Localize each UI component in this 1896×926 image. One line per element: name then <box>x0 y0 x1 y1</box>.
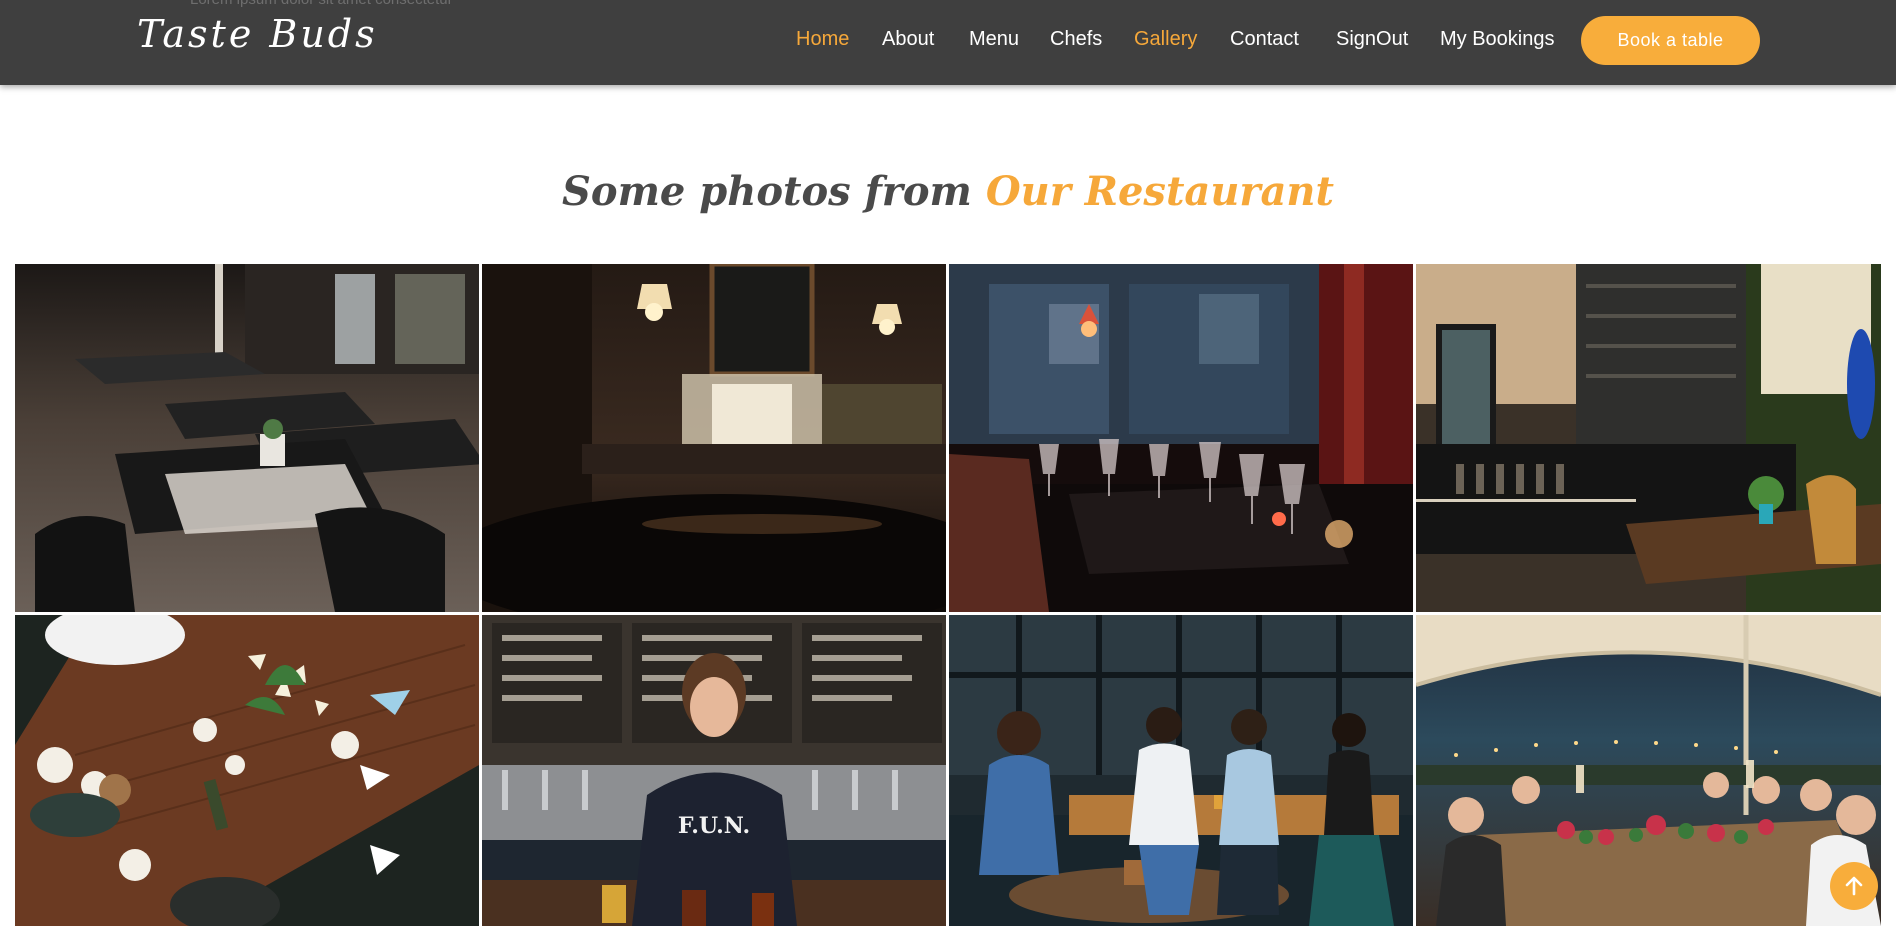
table-overhead-image <box>15 615 479 926</box>
wine-glasses-photo[interactable] <box>949 264 1413 612</box>
gallery-title-accent: Our Restaurant <box>985 168 1334 215</box>
bartender-photo[interactable]: F.U.N. <box>482 615 946 926</box>
photo-gallery: F.U.N. <box>15 264 1881 926</box>
friends-patio-image <box>949 615 1413 926</box>
nav-gallery[interactable]: Gallery <box>1134 28 1197 51</box>
site-header: Lorem ipsum dolor sit amet consectetur T… <box>0 0 1896 85</box>
pub-interior-image <box>482 264 946 612</box>
gallery-title: Some photos from Our Restaurant <box>0 168 1896 215</box>
wine-glasses-image <box>949 264 1413 612</box>
bartender-shirt-text: F.U.N. <box>678 813 750 839</box>
arrow-up-icon <box>1845 876 1863 896</box>
pub-interior-photo[interactable] <box>482 264 946 612</box>
bartender-image: F.U.N. <box>482 615 946 926</box>
back-to-top-button[interactable] <box>1830 862 1878 910</box>
scrolled-hero-text: Lorem ipsum dolor sit amet consectetur <box>190 0 453 8</box>
nav-menu[interactable]: Menu <box>969 28 1019 51</box>
cafe-bar-photo[interactable] <box>1416 264 1881 612</box>
nav-about[interactable]: About <box>882 28 934 51</box>
nav-signout[interactable]: SignOut <box>1336 28 1408 51</box>
friends-patio-photo[interactable] <box>949 615 1413 926</box>
nav-my-bookings[interactable]: My Bookings <box>1440 28 1555 51</box>
book-table-button[interactable]: Book a table <box>1581 16 1760 65</box>
site-logo[interactable]: Taste Buds <box>137 12 378 56</box>
nav-chefs[interactable]: Chefs <box>1050 28 1102 51</box>
nav-home[interactable]: Home <box>796 28 849 51</box>
cafe-bar-image <box>1416 264 1881 612</box>
gallery-title-prefix: Some photos from <box>562 168 986 215</box>
outdoor-celebration-image <box>1416 615 1881 926</box>
dining-tables-image <box>15 264 479 612</box>
dining-tables-photo[interactable] <box>15 264 479 612</box>
outdoor-celebration-photo[interactable] <box>1416 615 1881 926</box>
table-overhead-photo[interactable] <box>15 615 479 926</box>
nav-contact[interactable]: Contact <box>1230 28 1299 51</box>
